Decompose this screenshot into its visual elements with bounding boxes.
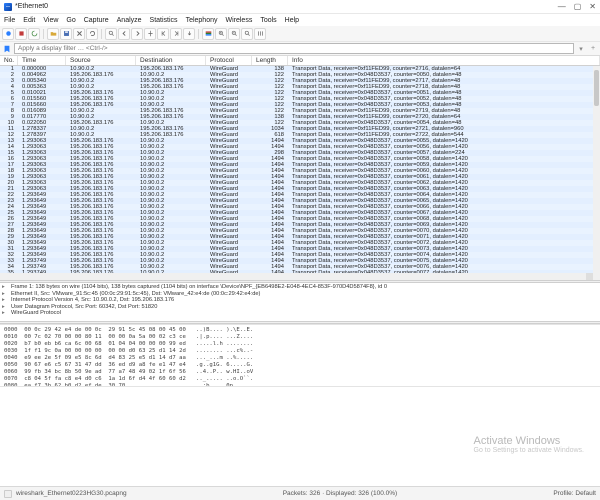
menu-go[interactable]: Go [66, 17, 75, 24]
capture-properties-icon[interactable] [4, 490, 12, 498]
wireshark-icon [4, 3, 12, 11]
last-packet-button[interactable] [170, 28, 182, 40]
status-bar: wireshark_Ethernet0223HG30.pcapng Packet… [0, 486, 600, 500]
toolbar-separator [101, 29, 102, 39]
zoom-out-button[interactable] [228, 28, 240, 40]
toolbar-separator [198, 29, 199, 39]
status-packets: Packets: 326 · Displayed: 326 (100.0%) [283, 490, 398, 497]
menu-telephony[interactable]: Telephony [186, 17, 218, 24]
filter-expression-dropdown[interactable]: ▾ [576, 44, 586, 54]
col-source[interactable]: Source [66, 56, 136, 65]
caret-right-icon[interactable]: ▸ [2, 284, 8, 290]
tree-label: Internet Protocol Version 4, Src: 10.90.… [11, 297, 174, 303]
scrollbar-thumb[interactable] [594, 70, 599, 106]
menu-capture[interactable]: Capture [84, 17, 109, 24]
col-info[interactable]: Info [288, 56, 600, 65]
zoom-reset-button[interactable] [241, 28, 253, 40]
title-bar: *Ethernet0 — ▢ ✕ [0, 0, 600, 14]
open-file-button[interactable] [47, 28, 59, 40]
caret-right-icon[interactable]: ▸ [2, 297, 8, 303]
menu-help[interactable]: Help [285, 17, 299, 24]
packet-list-hscroll[interactable] [0, 273, 593, 280]
toolbar-separator [43, 29, 44, 39]
col-protocol[interactable]: Protocol [206, 56, 252, 65]
find-packet-button[interactable] [105, 28, 117, 40]
packet-details-pane[interactable]: ▸Frame 1: 138 bytes on wire (1104 bits),… [0, 283, 600, 321]
windows-activation-watermark: Activate Windows Go to Settings to activ… [474, 435, 585, 454]
caret-right-icon[interactable]: ▸ [2, 304, 8, 310]
filter-toolbar: ▾ + [0, 42, 600, 56]
main-toolbar [0, 26, 600, 42]
go-forward-button[interactable] [131, 28, 143, 40]
zoom-in-button[interactable] [215, 28, 227, 40]
menu-file[interactable]: File [4, 17, 15, 24]
tree-label: User Datagram Protocol, Src Port: 60342,… [11, 304, 157, 310]
stop-capture-button[interactable] [15, 28, 27, 40]
restart-capture-button[interactable] [28, 28, 40, 40]
menu-statistics[interactable]: Statistics [150, 17, 178, 24]
tree-label: Ethernet II, Src: VMware_91:5c:45 (00:0c… [11, 291, 260, 297]
window-title: *Ethernet0 [15, 3, 48, 10]
menu-analyze[interactable]: Analyze [117, 17, 142, 24]
auto-scroll-button[interactable] [183, 28, 195, 40]
tree-item[interactable]: ▸WireGuard Protocol [2, 310, 598, 317]
packet-list-header[interactable]: No. Time Source Destination Protocol Len… [0, 56, 600, 66]
packet-bytes-pane[interactable]: 0000 00 0c 29 42 e4 de 00 0c 29 91 5c 45… [0, 324, 600, 386]
display-filter-input[interactable] [14, 43, 574, 54]
caret-right-icon[interactable]: ▸ [2, 291, 8, 297]
menu-wireless[interactable]: Wireless [225, 17, 252, 24]
close-button[interactable]: ✕ [589, 2, 596, 11]
menu-edit[interactable]: Edit [23, 17, 35, 24]
save-button[interactable] [60, 28, 72, 40]
menu-tools[interactable]: Tools [260, 17, 276, 24]
filter-bookmark-icon[interactable] [2, 44, 12, 54]
col-length[interactable]: Length [252, 56, 288, 65]
maximize-button[interactable]: ▢ [574, 2, 582, 11]
colorize-button[interactable] [202, 28, 214, 40]
status-file: wireshark_Ethernet0223HG30.pcapng [16, 490, 127, 497]
go-back-button[interactable] [118, 28, 130, 40]
first-packet-button[interactable] [157, 28, 169, 40]
col-destination[interactable]: Destination [136, 56, 206, 65]
close-file-button[interactable] [73, 28, 85, 40]
watermark-subtitle: Go to Settings to activate Windows. [474, 447, 585, 454]
status-profile[interactable]: Profile: Default [553, 490, 596, 497]
col-no[interactable]: No. [0, 56, 18, 65]
resize-columns-button[interactable] [254, 28, 266, 40]
caret-right-icon[interactable]: ▸ [2, 310, 8, 316]
reload-button[interactable] [86, 28, 98, 40]
tree-label: Frame 1: 138 bytes on wire (1104 bits), … [11, 284, 387, 290]
tree-label: WireGuard Protocol [11, 310, 61, 316]
packet-list-pane[interactable]: No. Time Source Destination Protocol Len… [0, 56, 600, 280]
filter-add-button[interactable]: + [588, 44, 598, 54]
col-time[interactable]: Time [18, 56, 66, 65]
start-capture-button[interactable] [2, 28, 14, 40]
menu-bar: File Edit View Go Capture Analyze Statistics Te… [0, 14, 600, 26]
go-to-packet-button[interactable] [144, 28, 156, 40]
menu-view[interactable]: View [43, 17, 58, 24]
packet-list-scrollbar[interactable] [593, 66, 600, 280]
minimize-button[interactable]: — [558, 2, 566, 11]
watermark-title: Activate Windows [474, 435, 585, 447]
